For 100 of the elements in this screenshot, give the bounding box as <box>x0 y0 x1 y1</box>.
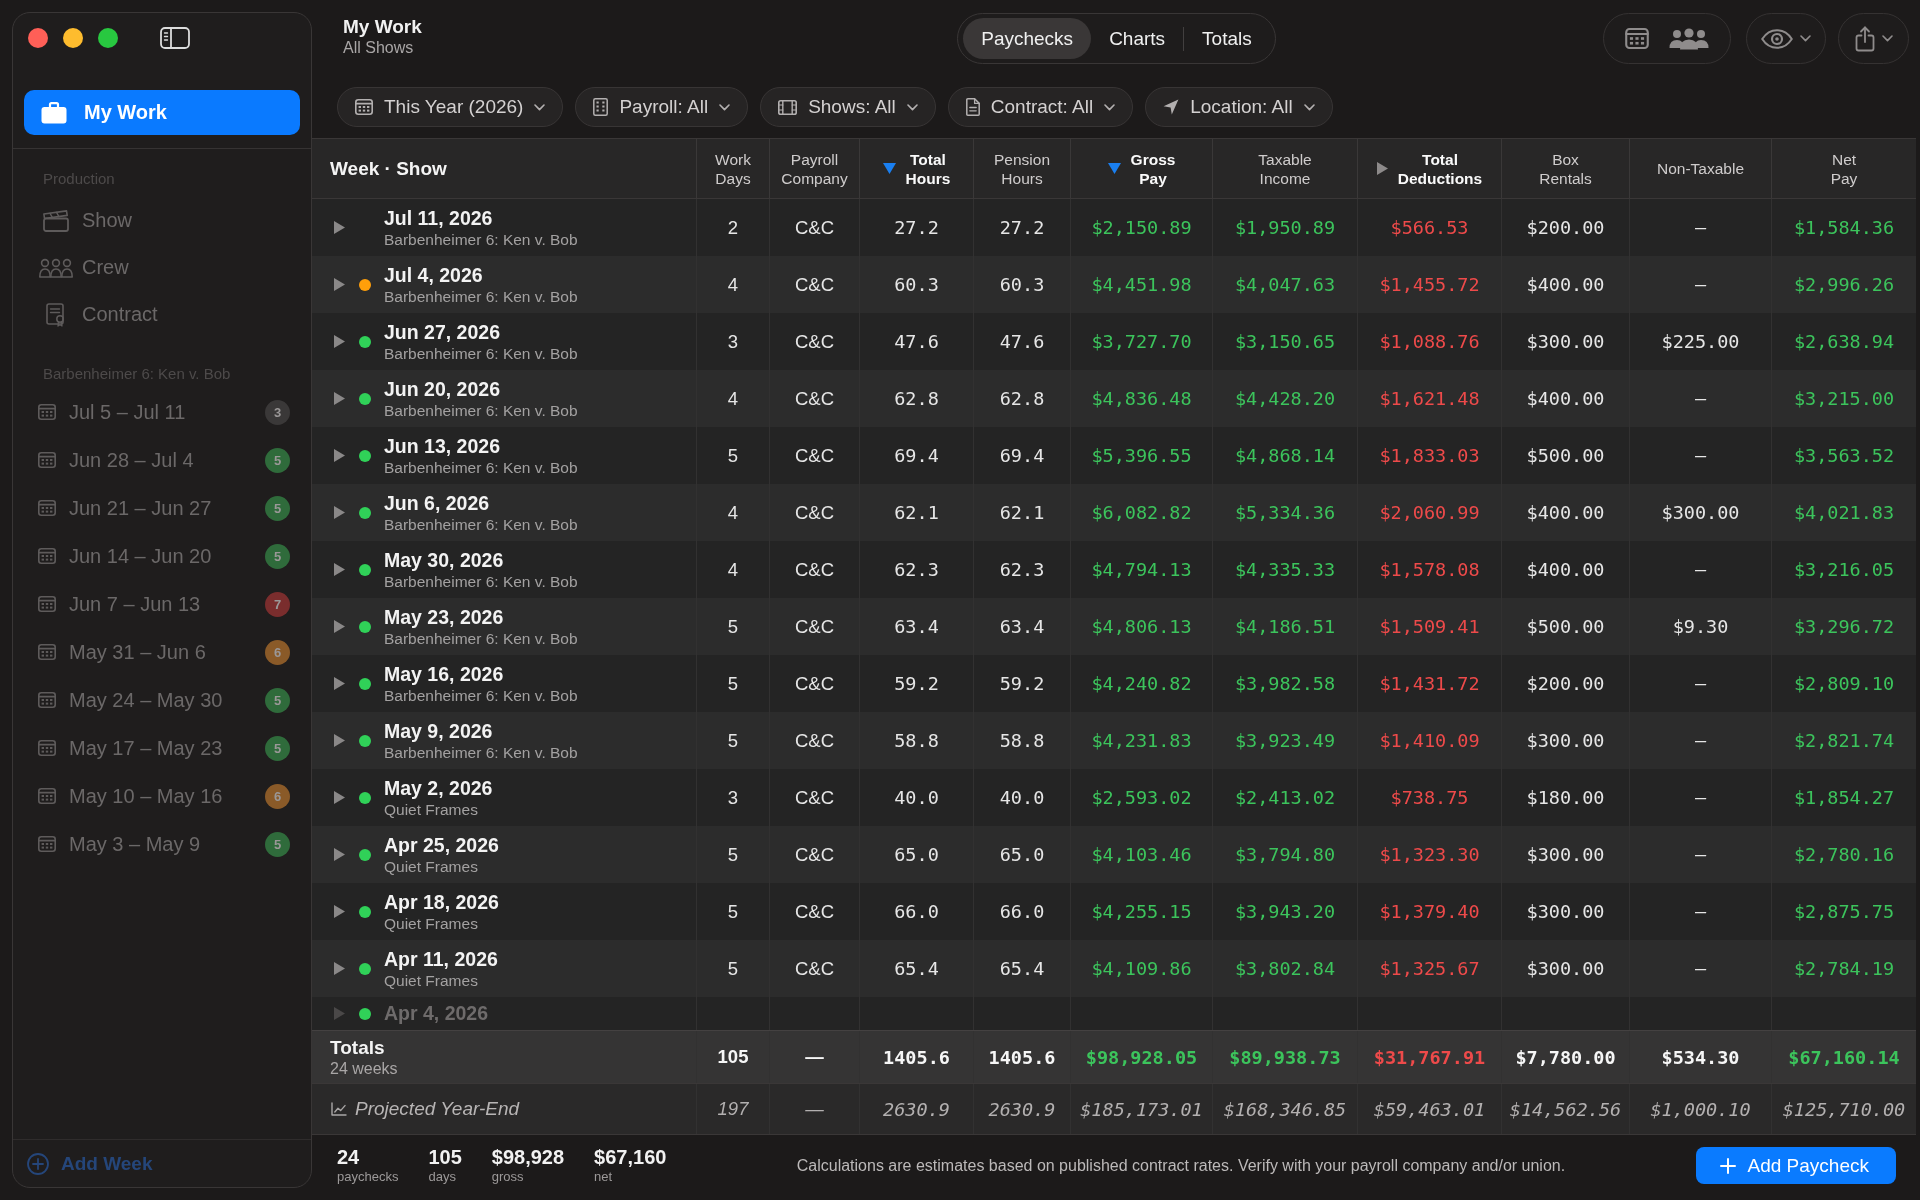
week-date: Jun 6, 2026 <box>384 491 491 515</box>
sort-indicator-icon[interactable] <box>1107 163 1121 174</box>
calendar-icon <box>38 740 56 756</box>
add-paycheck-button[interactable]: Add Paycheck <box>1695 1147 1896 1184</box>
disclosure-triangle-icon[interactable] <box>334 734 345 747</box>
table-row[interactable]: May 23, 2026 Barbenheimer 6: Ken v. Bob 5 C&C 63.4 63.4 $4,806.13 $4,186.51 $1,509.41 $500.00 $9.30 $3,296.72 <box>312 598 1916 655</box>
table-row[interactable]: Apr 25, 2026 Quiet Frames 5 C&C 65.0 65.0 $4,103.46 $3,794.80 $1,323.30 $300.00 — $2,780.16 <box>312 826 1916 883</box>
filter-button[interactable]: Location: All <box>1145 87 1333 127</box>
table-row[interactable]: Apr 11, 2026 Quiet Frames 5 C&C 65.4 65.4 $4,109.86 $3,802.84 $1,325.67 $300.00 — $2,784.19 <box>312 940 1916 997</box>
stat-value: $98,928 <box>491 1146 565 1169</box>
table-cell: $185,173.01 <box>1070 1084 1212 1134</box>
calendar-icon <box>38 788 56 804</box>
column-header[interactable]: Net Pay <box>1830 149 1858 188</box>
sidebar-item[interactable]: My Work <box>24 90 300 135</box>
show-name: Quiet Frames <box>384 856 479 876</box>
table-row[interactable]: Jun 27, 2026 Barbenheimer 6: Ken v. Bob 3 C&C 47.6 47.6 $3,727.70 $3,150.65 $1,088.76 $300.00 $225.00 $2,638.94 <box>312 313 1916 370</box>
table-row[interactable]: Jun 6, 2026 Barbenheimer 6: Ken v. Bob 4 C&C 62.1 62.1 $6,082.82 $5,334.36 $2,060.99 $400.00 $300.00 $4,021.83 <box>312 484 1916 541</box>
disclosure-triangle-icon[interactable] <box>334 848 345 861</box>
chevron-down-icon <box>906 103 918 111</box>
column-header[interactable]: Total Deductions <box>1397 149 1483 188</box>
visibility-menu-button[interactable] <box>1746 13 1826 64</box>
column-header[interactable]: Payroll Company <box>781 149 848 188</box>
close-icon[interactable] <box>28 28 48 48</box>
people-button[interactable] <box>1669 27 1710 50</box>
row-label: Totals <box>330 1036 385 1059</box>
table-row[interactable]: May 2, 2026 Quiet Frames 3 C&C 40.0 40.0 $2,593.02 $2,413.02 $738.75 $180.00 — $1,854.27 <box>312 769 1916 826</box>
disclosure-triangle-icon[interactable] <box>334 335 345 348</box>
disclosure-triangle-icon[interactable] <box>334 278 345 291</box>
table-row[interactable]: May 9, 2026 Barbenheimer 6: Ken v. Bob 5 C&C 58.8 58.8 $4,231.83 $3,923.49 $1,410.09 $300.00 — $2,821.74 <box>312 712 1916 769</box>
disclosure-triangle-icon[interactable] <box>334 791 345 804</box>
calendar-icon <box>38 548 56 564</box>
calendar-button[interactable] <box>1624 28 1649 49</box>
week-date: Apr 18, 2026 <box>384 890 499 914</box>
column-header[interactable]: Non-Taxable <box>1657 159 1744 178</box>
filter-button[interactable]: Payroll: All <box>575 87 749 127</box>
view-tab[interactable]: Totals <box>1184 18 1270 59</box>
stat-label: paychecks <box>337 1169 399 1185</box>
week-date: May 9, 2026 <box>384 719 494 743</box>
stat-value: $67,160 <box>594 1146 667 1169</box>
show-name: Barbenheimer 6: Ken v. Bob <box>384 685 578 705</box>
column-header[interactable]: Total Hours <box>905 149 951 188</box>
table-row[interactable]: Apr 18, 2026 Quiet Frames 5 C&C 66.0 66.0 $4,255.15 $3,943.20 $1,379.40 $300.00 — $2,875.75 <box>312 883 1916 940</box>
table-cell: $14,562.56 <box>1501 1084 1629 1134</box>
disclosure-triangle-icon[interactable] <box>334 962 345 975</box>
eye-icon <box>1761 28 1793 49</box>
table-row[interactable]: May 16, 2026 Barbenheimer 6: Ken v. Bob 5 C&C 59.2 59.2 $4,240.82 $3,982.58 $1,431.72 $200.00 — $2,809.10 <box>312 655 1916 712</box>
calendar-icon <box>38 692 56 708</box>
row-sublabel: 24 weeks <box>330 1058 398 1078</box>
count-badge: 6 <box>265 783 290 809</box>
filter-button[interactable]: Shows: All <box>760 87 936 127</box>
share-icon <box>1854 25 1875 52</box>
column-header[interactable]: Pension Hours <box>994 149 1050 188</box>
sidebar-item[interactable]: Jul 5 – Jul 11 3 <box>13 388 311 436</box>
view-tab[interactable]: Paychecks <box>963 18 1092 59</box>
show-name: Barbenheimer 6: Ken v. Bob <box>384 229 578 249</box>
filter-button[interactable]: Contract: All <box>947 87 1134 127</box>
sort-indicator-icon[interactable] <box>882 163 896 174</box>
column-header[interactable]: Taxable Income <box>1258 149 1312 188</box>
table-row[interactable]: Jul 11, 2026 Barbenheimer 6: Ken v. Bob 2 C&C 27.2 27.2 $2,150.89 $1,950.89 $566.53 $200.00 — $1,584.36 <box>312 199 1916 256</box>
show-name: Quiet Frames <box>384 799 479 819</box>
disclosure-triangle-icon[interactable] <box>1376 162 1388 175</box>
table-row[interactable]: Jun 13, 2026 Barbenheimer 6: Ken v. Bob 5 C&C 69.4 69.4 $5,396.55 $4,868.14 $1,833.03 $500.00 — $3,563.52 <box>312 427 1916 484</box>
table-cell: $168,346.85 <box>1212 1084 1357 1134</box>
sidebar-toggle-icon[interactable] <box>160 27 190 49</box>
column-header[interactable]: Box Rentals <box>1539 149 1592 188</box>
stat-label: days <box>428 1169 457 1185</box>
table-row[interactable]: Jun 20, 2026 Barbenheimer 6: Ken v. Bob 4 C&C 62.8 62.8 $4,836.48 $4,428.20 $1,621.48 $400.00 — $3,215.00 <box>312 370 1916 427</box>
calendar-icon <box>38 644 56 660</box>
table-row[interactable]: May 30, 2026 Barbenheimer 6: Ken v. Bob 4 C&C 62.3 62.3 $4,794.13 $4,335.33 $1,578.08 $400.00 — $3,216.05 <box>312 541 1916 598</box>
calendar-icon <box>38 596 56 612</box>
calendar-icon <box>38 500 56 516</box>
table-cell: 2630.9 <box>973 1084 1070 1134</box>
disclosure-triangle-icon[interactable] <box>334 221 345 234</box>
disclaimer-text: Calculations are estimates based on published contract rates. Verify with your payroll company and/or union. <box>795 1156 1567 1175</box>
maximize-icon[interactable] <box>98 28 118 48</box>
disclosure-triangle-icon[interactable] <box>334 449 345 462</box>
column-header[interactable]: Work Days <box>715 149 751 188</box>
week-date: Jun 27, 2026 <box>384 320 501 344</box>
count-badge: 5 <box>265 687 290 713</box>
disclosure-triangle-icon[interactable] <box>334 563 345 576</box>
stat-value: 105 <box>428 1146 462 1169</box>
certificate-icon <box>46 302 66 327</box>
page-subtitle: All Shows <box>343 38 414 57</box>
disclosure-triangle-icon[interactable] <box>334 677 345 690</box>
share-menu-button[interactable] <box>1838 13 1909 64</box>
view-tab[interactable]: Charts <box>1091 18 1184 59</box>
disclosure-triangle-icon[interactable] <box>334 905 345 918</box>
filter-button[interactable]: This Year (2026) <box>337 87 564 127</box>
minimize-icon[interactable] <box>63 28 83 48</box>
disclosure-triangle-icon[interactable] <box>334 392 345 405</box>
chevron-down-icon <box>719 103 731 111</box>
count-badge: 5 <box>265 831 290 857</box>
table-row[interactable]: Jul 4, 2026 Barbenheimer 6: Ken v. Bob 4 C&C 60.3 60.3 $4,451.98 $4,047.63 $1,455.72 $400.00 — $2,996.26 <box>312 256 1916 313</box>
chevron-down-icon <box>1303 103 1315 111</box>
column-header[interactable]: Gross Pay <box>1130 149 1176 188</box>
disclosure-triangle-icon[interactable] <box>334 506 345 519</box>
stat-label: net <box>594 1169 614 1185</box>
disclosure-triangle-icon[interactable] <box>334 620 345 633</box>
column-header[interactable]: Week · Show <box>330 157 447 180</box>
plus-icon <box>1719 1157 1736 1174</box>
